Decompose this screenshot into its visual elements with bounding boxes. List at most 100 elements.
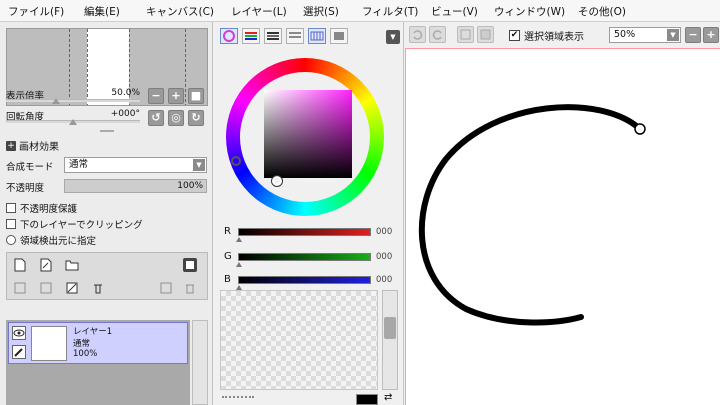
hue-marker[interactable] xyxy=(231,156,241,166)
navigator-view-edge xyxy=(185,29,186,105)
transparent-color-toggle[interactable] xyxy=(222,396,254,405)
menu-other[interactable]: その他(O) xyxy=(578,4,626,19)
swatch-scrollbar-thumb[interactable] xyxy=(384,317,396,339)
brush-stroke xyxy=(418,104,643,326)
delete-layer-button[interactable] xyxy=(183,281,197,295)
selection-display-label: 選択領域表示 xyxy=(524,32,584,43)
primary-color-swatch[interactable] xyxy=(356,394,378,405)
mixer-icon xyxy=(289,32,301,38)
rotate-reset-icon: ◎ xyxy=(171,111,181,124)
preserve-opacity-checkbox[interactable] xyxy=(6,203,16,213)
blend-mode-value: 通常 xyxy=(69,159,89,170)
angle-slider-thumb[interactable] xyxy=(69,119,77,125)
sv-marker[interactable] xyxy=(271,175,283,187)
canvas-zoom-out-button[interactable]: − xyxy=(685,27,701,43)
zoom-in-button[interactable]: + xyxy=(168,88,184,104)
new-layer-button[interactable] xyxy=(13,258,27,272)
layer-edit-toggle[interactable] xyxy=(12,345,26,359)
blend-mode-select[interactable]: 通常 ▼ xyxy=(64,157,207,173)
rotate-right-button[interactable]: ↻ xyxy=(188,110,204,126)
green-slider-thumb[interactable] xyxy=(236,262,242,267)
clear-icon xyxy=(66,282,78,294)
trash-icon xyxy=(186,284,194,294)
canvas-zoom-in-button[interactable]: + xyxy=(703,27,719,43)
hsv-slider-tab[interactable] xyxy=(264,28,282,44)
menu-filter[interactable]: フィルタ(T) xyxy=(362,4,418,19)
red-slider-thumb[interactable] xyxy=(236,237,242,242)
blue-slider[interactable] xyxy=(238,276,371,284)
deselect-button[interactable] xyxy=(457,26,474,43)
selection-display-option[interactable]: ✔ 選択領域表示 xyxy=(509,28,584,43)
scratchpad-icon xyxy=(334,32,344,40)
new-folder-button[interactable] xyxy=(65,258,79,272)
zoom-out-button[interactable]: − xyxy=(148,88,164,104)
red-slider[interactable] xyxy=(238,228,371,236)
menu-edit[interactable]: 編集(E) xyxy=(84,4,120,19)
undo-button[interactable] xyxy=(409,26,426,43)
rgb-slider-tab[interactable] xyxy=(242,28,260,44)
zoom-slider[interactable] xyxy=(6,99,140,102)
swatch-grid-icon xyxy=(310,31,324,41)
transfer-down-button[interactable] xyxy=(13,281,27,295)
zoom-fit-button[interactable]: ■ xyxy=(188,88,204,104)
new-linework-layer-button[interactable] xyxy=(39,258,53,272)
clipping-checkbox[interactable] xyxy=(6,219,16,229)
zoom-slider-thumb[interactable] xyxy=(52,98,60,104)
layer-list: レイヤー1 通常 100% xyxy=(6,320,190,405)
panel-grip[interactable] xyxy=(100,130,114,132)
layer-visibility-toggle[interactable] xyxy=(12,326,26,340)
swap-colors-icon[interactable]: ⇄ xyxy=(384,392,392,403)
layer-mask-button[interactable] xyxy=(183,258,197,272)
swatch-tab[interactable] xyxy=(308,28,326,44)
menu-view[interactable]: ビュー(V) xyxy=(431,4,478,19)
selection-display-checkbox[interactable]: ✔ xyxy=(509,30,520,41)
green-slider[interactable] xyxy=(238,253,371,261)
eye-icon xyxy=(13,329,25,337)
color-wheel-tab[interactable] xyxy=(220,28,238,44)
swatch-grid[interactable] xyxy=(220,290,378,390)
drawing-canvas[interactable] xyxy=(405,48,720,405)
rotate-left-button[interactable]: ↺ xyxy=(148,110,164,126)
layer-properties-button[interactable] xyxy=(91,281,105,295)
clear-layer-button[interactable] xyxy=(65,281,79,295)
selection-source-radio[interactable] xyxy=(6,235,16,245)
preserve-opacity-option[interactable]: 不透明度保護 xyxy=(6,201,77,215)
opacity-slider[interactable]: 100% xyxy=(64,179,207,193)
angle-value: +000° xyxy=(110,109,140,119)
menu-bar: ファイル(F) 編集(E) キャンバス(C) レイヤー(L) 選択(S) フィル… xyxy=(0,0,720,22)
color-wheel[interactable] xyxy=(226,58,384,216)
menu-file[interactable]: ファイル(F) xyxy=(8,4,64,19)
menu-window[interactable]: ウィンドウ(W) xyxy=(494,4,565,19)
layer-mode: 通常 xyxy=(73,339,91,349)
menu-canvas[interactable]: キャンバス(C) xyxy=(146,4,214,19)
zoom-select[interactable]: 50% ▼ xyxy=(609,27,681,43)
texture-section[interactable]: + 画材効果 xyxy=(6,138,59,153)
menu-select[interactable]: 選択(S) xyxy=(303,4,339,19)
invert-selection-button[interactable] xyxy=(477,26,494,43)
clipping-option[interactable]: 下のレイヤーでクリッピング xyxy=(6,217,143,231)
redo-button[interactable] xyxy=(429,26,446,43)
swatch-scrollbar[interactable] xyxy=(382,290,398,390)
layer-name: レイヤー1 xyxy=(73,327,113,337)
red-value: 000 xyxy=(376,227,393,237)
panel-menu-button[interactable]: ▼ xyxy=(386,30,400,44)
scratchpad-tab[interactable] xyxy=(330,28,348,44)
saturation-value-square[interactable] xyxy=(264,90,352,178)
undo-icon xyxy=(413,30,423,40)
chevron-down-icon: ▼ xyxy=(667,29,679,41)
layer-item[interactable]: レイヤー1 通常 100% xyxy=(8,322,188,364)
navigator-view-edge xyxy=(69,29,70,105)
layer-thumbnail xyxy=(31,326,67,361)
layer-list-scrollbar[interactable] xyxy=(192,320,208,405)
mixer-tab[interactable] xyxy=(286,28,304,44)
color-wheel-icon xyxy=(223,30,235,42)
merge-down-button[interactable] xyxy=(39,281,53,295)
opacity-label: 不透明度 xyxy=(6,183,45,194)
menu-layer[interactable]: レイヤー(L) xyxy=(231,4,287,19)
rotate-reset-button[interactable]: ◎ xyxy=(168,110,184,126)
layer-toolbar xyxy=(6,252,208,300)
selection-source-label: 領域検出元に指定 xyxy=(20,236,97,247)
preserve-opacity-label: 不透明度保護 xyxy=(20,204,78,215)
selection-source-option[interactable]: 領域検出元に指定 xyxy=(6,233,96,247)
merge-all-button[interactable] xyxy=(159,281,173,295)
